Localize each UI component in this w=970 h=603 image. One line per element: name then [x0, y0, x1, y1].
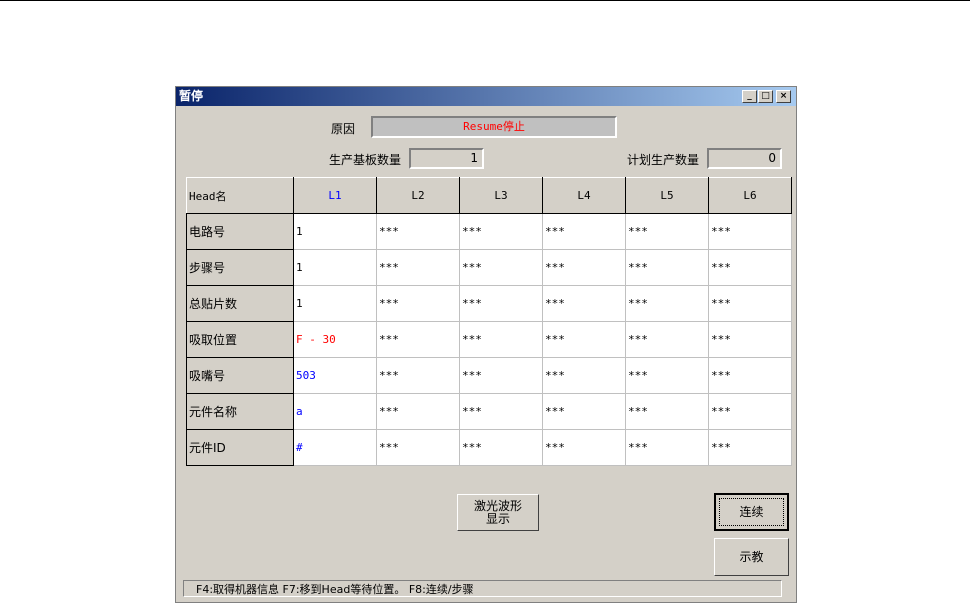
table-cell: *** [542, 429, 626, 466]
table-cell: *** [542, 285, 626, 322]
table-row: 元件名称 a *** *** *** *** *** [186, 393, 792, 430]
screen-top-border [0, 0, 970, 1]
table-cell: *** [459, 213, 543, 250]
table-cell: *** [625, 321, 709, 358]
table-cell: *** [459, 393, 543, 430]
window-title: 暂停 [179, 89, 204, 103]
planned-count-label: 计划生产数量 [627, 153, 700, 167]
title-bar[interactable]: 暂停 [176, 87, 796, 106]
table-cell: *** [625, 429, 709, 466]
teach-button[interactable]: 示教 [714, 538, 789, 576]
table-cell: *** [376, 393, 460, 430]
table-cell: 503 [293, 357, 377, 394]
pause-dialog: 暂停 _ □ × 原因 Resume停止 生产基板数量 1 计划生产数量 0 H… [175, 86, 797, 603]
table-cell: *** [625, 393, 709, 430]
table-row: 吸嘴号 503 *** *** *** *** *** [186, 357, 792, 394]
maximize-button[interactable]: □ [758, 90, 773, 103]
produced-count-label: 生产基板数量 [329, 153, 402, 167]
table-cell: *** [708, 357, 792, 394]
produced-count-field: 1 [409, 148, 484, 169]
table-cell: *** [459, 429, 543, 466]
table-cell: *** [625, 285, 709, 322]
table-cell: *** [376, 249, 460, 286]
table-cell: *** [542, 321, 626, 358]
table-cell: *** [376, 213, 460, 250]
planned-count-field: 0 [707, 148, 782, 169]
reason-field: Resume停止 [371, 116, 617, 138]
minimize-button[interactable]: _ [742, 90, 757, 103]
table-cell: *** [542, 393, 626, 430]
table-row: 步骤号 1 *** *** *** *** *** [186, 249, 792, 286]
row-header: 步骤号 [186, 249, 294, 286]
laser-button-line2: 显示 [485, 511, 510, 526]
table-cell: *** [625, 357, 709, 394]
table-row: 总贴片数 1 *** *** *** *** *** [186, 285, 792, 322]
table-cell: *** [708, 393, 792, 430]
table-cell: *** [708, 285, 792, 322]
laser-button-line1: 激光波形 [473, 498, 522, 513]
table-cell: *** [459, 285, 543, 322]
column-header-l2[interactable]: L2 [376, 177, 460, 214]
column-header-l1[interactable]: L1 [293, 177, 377, 214]
head-info-table: Head名 L1 L2 L3 L4 L5 L6 电路号 1 *** *** *** ***… [186, 177, 792, 466]
column-header-l6[interactable]: L6 [708, 177, 792, 214]
table-row: 吸取位置 F - 30 *** *** *** *** *** [186, 321, 792, 358]
laser-waveform-button[interactable]: 激光波形 显示 [457, 494, 539, 531]
row-header: 元件ID [186, 429, 294, 466]
table-header-row: Head名 L1 L2 L3 L4 L5 L6 [186, 177, 792, 214]
row-header: 总贴片数 [186, 285, 294, 322]
table-cell: *** [376, 357, 460, 394]
table-row: 元件ID # *** *** *** *** *** [186, 429, 792, 466]
continue-button[interactable]: 连续 [714, 493, 789, 531]
table-cell: *** [459, 357, 543, 394]
table-cell: *** [376, 321, 460, 358]
reason-label: 原因 [331, 122, 356, 136]
table-cell: *** [708, 429, 792, 466]
table-cell: 1 [293, 213, 377, 250]
table-cell: *** [459, 249, 543, 286]
row-header: 元件名称 [186, 393, 294, 430]
table-cell: *** [708, 213, 792, 250]
column-header-l3[interactable]: L3 [459, 177, 543, 214]
table-cell: 1 [293, 249, 377, 286]
table-cell: *** [542, 357, 626, 394]
close-button[interactable]: × [776, 90, 791, 103]
table-cell: *** [542, 249, 626, 286]
table-cell: *** [708, 249, 792, 286]
row-header: 吸嘴号 [186, 357, 294, 394]
table-cell: *** [625, 249, 709, 286]
row-header: 电路号 [186, 213, 294, 250]
table-cell: *** [376, 285, 460, 322]
table-cell: # [293, 429, 377, 466]
table-row: 电路号 1 *** *** *** *** *** [186, 213, 792, 250]
corner-header: Head名 [186, 177, 294, 214]
table-cell: a [293, 393, 377, 430]
table-cell: *** [376, 429, 460, 466]
table-cell: *** [625, 213, 709, 250]
table-cell: *** [542, 213, 626, 250]
status-bar: F4:取得机器信息 F7:移到Head等待位置。 F8:连续/步骤 [183, 580, 782, 597]
column-header-l5[interactable]: L5 [625, 177, 709, 214]
table-cell: F - 30 [293, 321, 377, 358]
table-cell: *** [459, 321, 543, 358]
table-cell: 1 [293, 285, 377, 322]
column-header-l4[interactable]: L4 [542, 177, 626, 214]
row-header: 吸取位置 [186, 321, 294, 358]
table-cell: *** [708, 321, 792, 358]
